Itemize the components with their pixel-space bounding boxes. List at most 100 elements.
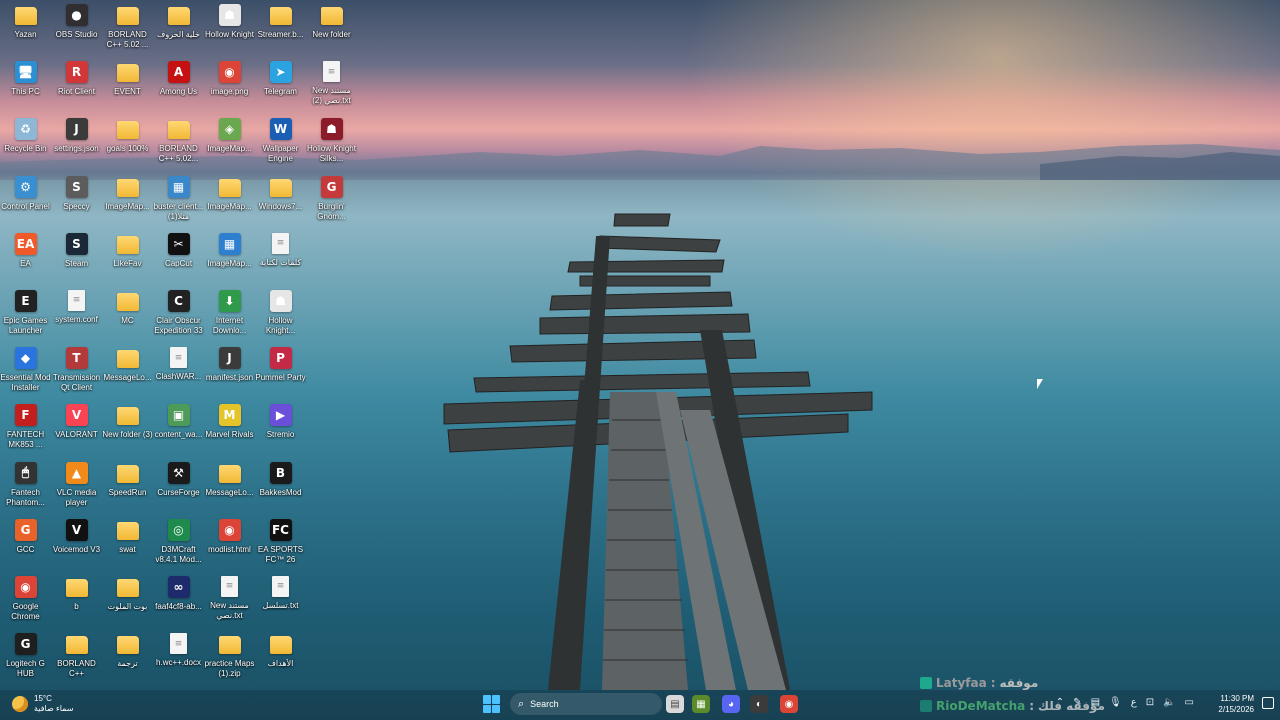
desktop-icon[interactable]: ⚒ CurseForge — [153, 458, 204, 515]
desktop-icon[interactable]: BORLAND C++ 5.02... — [153, 114, 204, 171]
desktop-icon[interactable]: ◉ image.png — [204, 57, 255, 114]
desktop-icon[interactable]: ≡ h.wc++.docx — [153, 629, 204, 686]
desktop-icon[interactable]: MC — [102, 286, 153, 343]
desktop-icon[interactable]: ☗ Hollow Knight — [204, 0, 255, 57]
taskbar-search[interactable]: ⌕ Search — [510, 693, 662, 715]
desktop-icon[interactable]: ≡ New مستند نصي.txt — [204, 572, 255, 629]
desktop-icon[interactable]: ◆ Essential Mod Installer — [0, 343, 51, 400]
desktop-icon[interactable]: ◎ D3MCraft v8.4.1 Mod... — [153, 515, 204, 572]
desktop-icon[interactable]: بوت الملوت — [102, 572, 153, 629]
desktop-icon[interactable]: Streamer.b... — [255, 0, 306, 57]
desktop-icon[interactable]: ● OBS Studio — [51, 0, 102, 57]
desktop-icon[interactable]: 🖱 Fantech Phantom... — [0, 458, 51, 515]
minecraft-launcher-icon[interactable]: ▦ — [692, 695, 710, 713]
desktop-icon[interactable]: New folder — [306, 0, 357, 57]
desktop-icon[interactable]: ▦ buster client... مثلا(1) — [153, 172, 204, 229]
desktop-icon[interactable]: G Logitech G HUB — [0, 629, 51, 686]
desktop-icon[interactable]: ☗ Hollow Knight Silks... — [306, 114, 357, 171]
start-button[interactable] — [483, 695, 501, 713]
desktop-icon[interactable]: ✂ CapCut — [153, 229, 204, 286]
notification-icon[interactable] — [1262, 697, 1274, 709]
desktop-icon[interactable]: V VALORANT — [51, 400, 102, 457]
desktop-icon[interactable]: BORLAND C++ — [51, 629, 102, 686]
desktop-icon[interactable]: ≡ system.conf — [51, 286, 102, 343]
desktop-icon[interactable]: ♻ Recycle Bin — [0, 114, 51, 171]
clock-time: 11:30 PM — [1220, 694, 1254, 703]
desktop-icon[interactable]: ▦ ImageMap... — [204, 229, 255, 286]
folder-icon — [269, 636, 292, 655]
desktop-icon[interactable]: خلية الحروف — [153, 0, 204, 57]
desktop-icon[interactable]: B BakkesMod — [255, 458, 306, 515]
desktop-icon[interactable]: ◉ modlist.html — [204, 515, 255, 572]
desktop-icon[interactable]: ≡ New مستند نصي (2).txt — [306, 57, 357, 114]
desktop-icon[interactable]: F FANTECH MK853 ... — [0, 400, 51, 457]
desktop-icon[interactable]: MessageLo... — [204, 458, 255, 515]
app-icon[interactable]: ◐ — [750, 695, 768, 713]
desktop-icon[interactable]: W Wallpaper Engine — [255, 114, 306, 171]
app-icon: ◎ — [167, 518, 190, 541]
desktop-icon[interactable]: ◈ ImageMap... — [204, 114, 255, 171]
keyboard-icon[interactable]: ▤ — [1091, 697, 1100, 708]
desktop-icon[interactable]: T Transmission Qt Client — [51, 343, 102, 400]
desktop-icon[interactable]: V Voicemod V3 — [51, 515, 102, 572]
microphone-icon[interactable]: 🎙 — [1109, 697, 1122, 708]
desktop-icon[interactable]: ▶ Stremio — [255, 400, 306, 457]
desktop-icon[interactable]: 🖥 This PC — [0, 57, 51, 114]
desktop-icon[interactable]: S Speccy — [51, 172, 102, 229]
desktop-icon[interactable]: EA EA — [0, 229, 51, 286]
desktop-icon[interactable]: SpeedRun — [102, 458, 153, 515]
desktop-icon[interactable]: ≡ ClashWAR... — [153, 343, 204, 400]
desktop-icon[interactable]: ▣ content_wa... — [153, 400, 204, 457]
desktop-icon[interactable]: ⚙ Control Panel — [0, 172, 51, 229]
folder-icon — [218, 464, 241, 483]
file-explorer-icon[interactable]: ▤ — [666, 695, 684, 713]
desktop-icon[interactable]: practice Maps (1).zip — [204, 629, 255, 686]
chrome-icon[interactable]: ◉ — [780, 695, 798, 713]
desktop-icon[interactable]: b — [51, 572, 102, 629]
desktop-icon[interactable]: A Among Us — [153, 57, 204, 114]
file-icon: ≡ — [68, 289, 85, 311]
desktop-icon[interactable]: P Pummel Party — [255, 343, 306, 400]
desktop-icon[interactable]: ≡ تسلسل.txt — [255, 572, 306, 629]
desktop-icon[interactable]: New folder (3) — [102, 400, 153, 457]
desktop-icon[interactable]: ≡ كلمات لكتابة — [255, 229, 306, 286]
desktop-icon[interactable]: ∞ faaf4cf8-ab... — [153, 572, 204, 629]
weather-widget[interactable]: 15°C سماء صافية — [12, 694, 74, 714]
desktop-icon[interactable]: BORLAND C++ 5.02 ... — [102, 0, 153, 57]
pen-icon[interactable]: ✎ — [1073, 697, 1081, 708]
desktop-icon[interactable]: R Riot Client — [51, 57, 102, 114]
desktop-icon[interactable]: G GCC — [0, 515, 51, 572]
desktop-icon[interactable]: M Marvel Rivals — [204, 400, 255, 457]
desktop-icon[interactable]: Yazan — [0, 0, 51, 57]
volume-icon[interactable]: 🔈 — [1163, 697, 1175, 708]
desktop-icon[interactable]: الأهداف — [255, 629, 306, 686]
language-icon[interactable]: ع — [1131, 697, 1137, 708]
desktop-icon[interactable]: S Steam — [51, 229, 102, 286]
desktop-icon[interactable]: ▲ VLC media player — [51, 458, 102, 515]
desktop-icon[interactable]: E Epic Games Launcher — [0, 286, 51, 343]
desktop-icon[interactable]: MessageLo... — [102, 343, 153, 400]
desktop-icon[interactable]: ☗ Hollow Knight... — [255, 286, 306, 343]
desktop-icon[interactable]: swat — [102, 515, 153, 572]
desktop-icon[interactable]: EVENT — [102, 57, 153, 114]
desktop-icon[interactable]: C Clair Obscur Expedition 33 — [153, 286, 204, 343]
desktop-icon[interactable]: ImageMap... — [102, 172, 153, 229]
battery-icon[interactable]: ▭ — [1185, 697, 1194, 708]
taskbar-clock[interactable]: 11:30 PM 2/15/2026 — [1218, 693, 1254, 715]
desktop-icon[interactable]: ImageMap... — [204, 172, 255, 229]
desktop-icon[interactable]: Jsettings.json — [51, 114, 102, 171]
desktop-icon[interactable]: LikeFav — [102, 229, 153, 286]
desktop-icon[interactable]: ◉ Google Chrome — [0, 572, 51, 629]
desktop-icon[interactable]: Jmanifest.json — [204, 343, 255, 400]
chevron-up-icon[interactable]: ⌃ — [1056, 697, 1064, 708]
network-icon[interactable]: ⊡ — [1146, 697, 1154, 708]
desktop-icon[interactable]: ⬇ Internet Downlo... — [204, 286, 255, 343]
desktop-icon[interactable]: ➤ Telegram — [255, 57, 306, 114]
discord-icon[interactable]: ◕ — [722, 695, 740, 713]
desktop-icon[interactable]: G Burglin' Gnom... — [306, 172, 357, 229]
desktop-icon[interactable]: goals 100% — [102, 114, 153, 171]
desktop-icon[interactable]: FC EA SPORTS FC™ 26 — [255, 515, 306, 572]
desktop-icon[interactable]: Windows7... — [255, 172, 306, 229]
desktop-icon[interactable]: ترجمة — [102, 629, 153, 686]
app-icon: ▦ — [167, 175, 190, 198]
